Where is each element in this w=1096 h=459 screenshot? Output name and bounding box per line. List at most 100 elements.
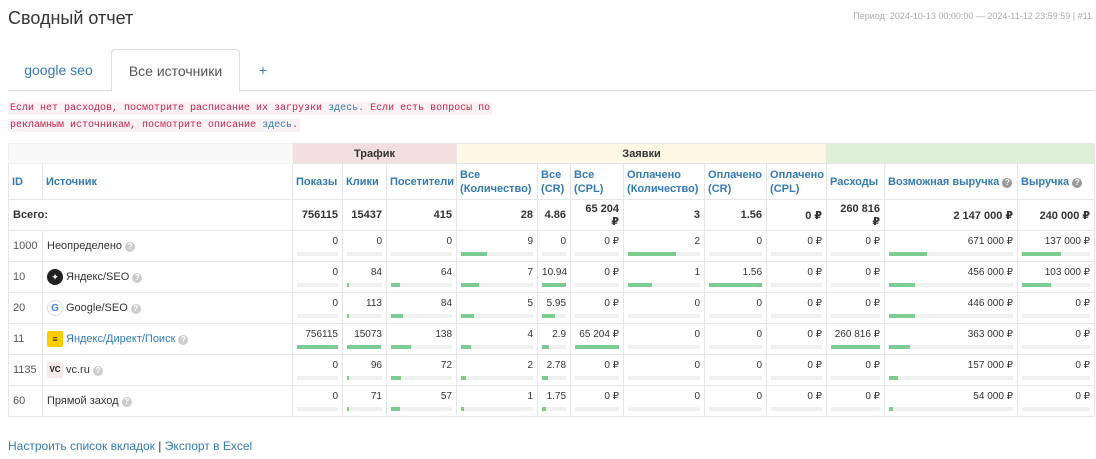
cell-value: 71	[370, 391, 382, 402]
col-shows[interactable]: Показы	[292, 163, 343, 200]
row-source[interactable]: ≡ Яндекс/Директ/Поиск ?	[42, 323, 293, 355]
help-icon[interactable]: ?	[125, 241, 136, 252]
progress-bar	[628, 345, 701, 349]
source-name[interactable]: Яндекс/Директ/Поиск	[66, 333, 175, 345]
progress-bar	[831, 314, 881, 318]
source-name: Яндекс/SEO	[66, 271, 130, 283]
cell-clicks: 15073	[342, 323, 387, 355]
col-revenue-label: Выручка	[1021, 175, 1070, 188]
progress-fill	[889, 345, 911, 349]
col-id[interactable]: ID	[8, 163, 43, 200]
progress-bar	[461, 407, 534, 411]
description-link[interactable]: здесь	[262, 120, 292, 131]
cell-all-count: 2	[456, 354, 539, 386]
col-paid-cpl[interactable]: Оплачено (CPL)	[766, 163, 828, 200]
progress-fill	[1022, 283, 1052, 287]
col-all-count[interactable]: Все (Количество)	[456, 163, 539, 200]
col-paid-count[interactable]: Оплачено (Количество)	[623, 163, 706, 200]
total-revenue: 240 000 ₽	[1017, 199, 1096, 231]
progress-bar	[1022, 407, 1091, 411]
cell-expenses: 0 ₽	[826, 261, 886, 293]
cell-revenue: 137 000 ₽	[1017, 230, 1096, 262]
cell-all-cpl: 0 ₽	[570, 385, 625, 417]
col-paid-cr[interactable]: Оплачено (CR)	[704, 163, 768, 200]
progress-fill	[391, 314, 404, 318]
progress-bar	[542, 314, 567, 318]
cell-value: 10.94	[542, 267, 568, 278]
cell-all-cpl: 0 ₽	[570, 292, 625, 324]
cell-value: 0 ₽	[865, 298, 881, 309]
progress-bar	[831, 252, 881, 256]
help-icon[interactable]: ?	[92, 365, 103, 376]
progress-bar	[575, 314, 620, 318]
cell-value: 0 ₽	[865, 267, 881, 278]
cell-shows: 0	[292, 230, 343, 262]
cell-value: 84	[370, 267, 382, 278]
cell-visitors: 138	[385, 323, 458, 355]
cell-value: 103 000 ₽	[1044, 267, 1091, 278]
cell-value: 84	[440, 298, 453, 309]
help-icon[interactable]: ?	[178, 334, 189, 345]
cell-expenses: 0 ₽	[826, 292, 886, 324]
cell-revenue: 0 ₽	[1017, 385, 1096, 417]
cell-paid-cr: 0	[704, 354, 768, 386]
source-name: Google/SEO	[66, 302, 128, 314]
progress-fill	[889, 407, 893, 411]
progress-bar	[297, 376, 338, 380]
progress-bar	[831, 376, 881, 380]
col-all-cr[interactable]: Все (CR)	[537, 163, 572, 200]
progress-fill	[889, 283, 916, 287]
cell-all-cpl: 0 ₽	[570, 261, 625, 293]
schedule-link[interactable]: здесь	[328, 103, 358, 114]
add-tab-button[interactable]: +	[248, 49, 278, 91]
progress-fill	[391, 407, 400, 411]
help-icon[interactable]: ?	[130, 303, 141, 314]
cell-value: 0 ₽	[807, 360, 823, 371]
progress-bar	[889, 283, 1014, 287]
cell-paid-cpl: 0 ₽	[766, 261, 828, 293]
footer-links: Настроить список вкладок | Экспорт в Exc…	[8, 439, 252, 453]
cell-value: 0 ₽	[807, 267, 823, 278]
cell-value: 65 204 ₽	[579, 329, 620, 340]
google-icon: G	[47, 300, 63, 316]
progress-bar	[831, 283, 881, 287]
export-excel-link[interactable]: Экспорт в Excel	[165, 439, 252, 453]
cell-value: 138	[435, 329, 453, 340]
footer-separator: |	[158, 439, 162, 453]
cell-all-cr: 0	[537, 230, 572, 262]
total-all-count: 28	[456, 199, 539, 231]
cell-all-cr: 2.78	[537, 354, 572, 386]
tab-google-seo[interactable]: google seo	[8, 49, 109, 91]
progress-bar	[542, 345, 567, 349]
cell-value: 0	[376, 236, 382, 247]
cell-paid-count: 0	[623, 292, 706, 324]
col-revenue[interactable]: Выручка ?	[1017, 163, 1096, 200]
cell-paid-count: 0	[623, 385, 706, 417]
cell-value: 113	[366, 298, 382, 309]
cell-shows: 0	[292, 261, 343, 293]
table-row: 1000 Неопределено ? 0 0 0 9 0 0 ₽2 0 0 ₽0 ₽671 00…	[8, 230, 1096, 262]
col-expenses[interactable]: Расходы	[826, 163, 886, 200]
help-icon[interactable]: ?	[1072, 177, 1083, 188]
cell-value: 0 ₽	[604, 298, 620, 309]
help-icon[interactable]: ?	[1002, 177, 1013, 188]
col-visitors[interactable]: Посетители	[385, 163, 458, 200]
help-icon[interactable]: ?	[132, 272, 143, 283]
cell-shows: 0	[292, 385, 343, 417]
progress-fill	[461, 252, 487, 256]
configure-tabs-link[interactable]: Настроить список вкладок	[8, 439, 155, 453]
progress-bar	[391, 252, 453, 256]
cell-expenses: 0 ₽	[826, 354, 886, 386]
col-all-cpl[interactable]: Все (CPL)	[570, 163, 625, 200]
totals-label: Всего:	[8, 199, 293, 231]
help-icon[interactable]: ?	[121, 396, 132, 407]
cell-value: 446 000 ₽	[967, 298, 1014, 309]
vc-ru-icon: VC	[47, 362, 63, 378]
cell-visitors: 84	[385, 292, 458, 324]
tab-all-sources[interactable]: Все источники	[111, 49, 240, 92]
col-possible-revenue[interactable]: Возможная выручка ?	[884, 163, 1019, 200]
col-clicks[interactable]: Клики	[342, 163, 387, 200]
cell-value: 0 ₽	[807, 391, 823, 402]
row-id: 1000	[8, 230, 43, 262]
col-source[interactable]: Источник	[42, 163, 293, 200]
